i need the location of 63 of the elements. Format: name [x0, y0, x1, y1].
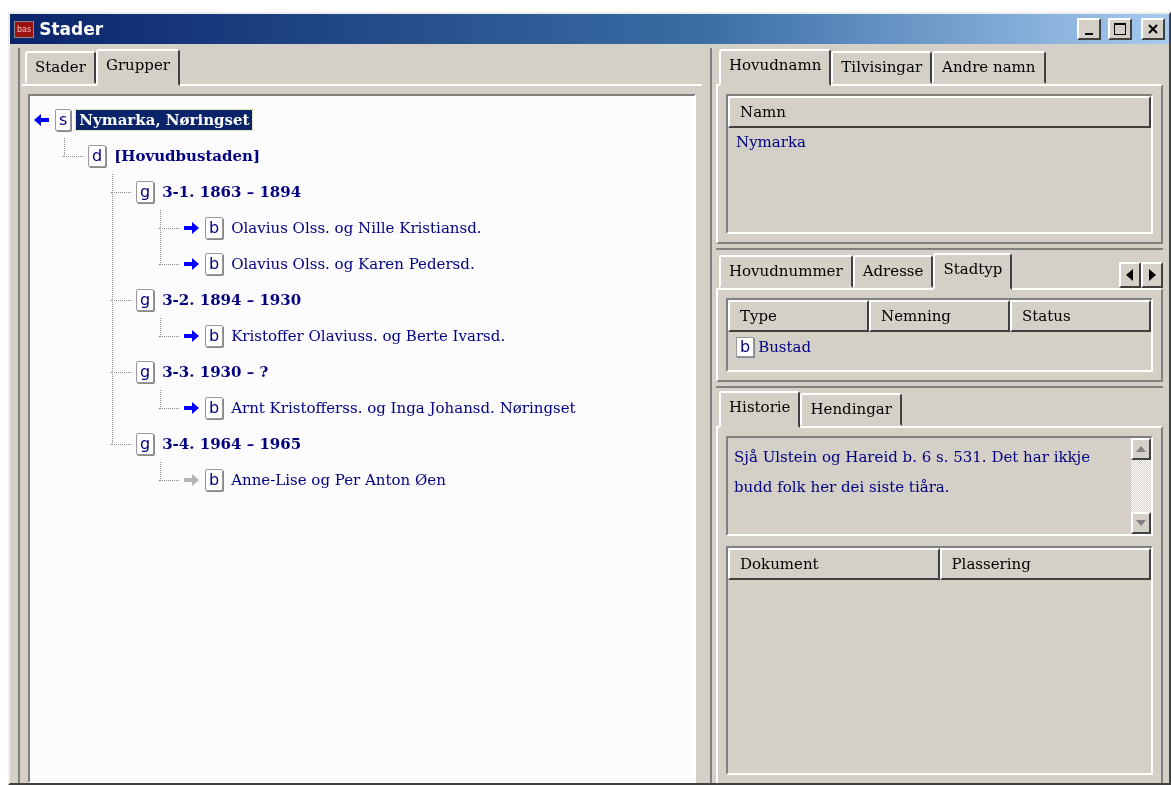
list-cell[interactable]: Nymarka — [736, 133, 806, 151]
maximize-button[interactable] — [1108, 18, 1132, 40]
tab[interactable]: Tilvisingar — [831, 51, 933, 84]
right-arrow-icon[interactable] — [184, 257, 200, 271]
right-arrow-icon[interactable] — [184, 221, 200, 235]
window-title: Stader — [39, 19, 105, 39]
tree-item[interactable]: Nymarka, Nøringset — [76, 110, 253, 130]
tab[interactable]: Stader — [25, 51, 96, 84]
scroll-down-button[interactable] — [1131, 512, 1151, 534]
tab[interactable]: Hovudnummer — [719, 255, 853, 288]
right-arrow-icon[interactable] — [184, 329, 200, 343]
scroll-left-button[interactable] — [1119, 262, 1141, 288]
type-icon: b — [205, 217, 224, 239]
type-icon: g — [136, 181, 155, 203]
minimize-icon — [1085, 33, 1093, 35]
type-icon: b — [205, 325, 224, 347]
column-header[interactable]: Dokument — [728, 548, 940, 580]
tree-item[interactable]: Olavius Olss. og Nille Kristiansd. — [228, 218, 485, 238]
column-header[interactable]: Status — [1010, 300, 1151, 332]
tab[interactable]: Stadtyp — [933, 253, 1013, 290]
type-icon: d — [88, 145, 107, 167]
type-icon: g — [136, 361, 155, 383]
type-icon: g — [136, 433, 155, 455]
tab[interactable]: Hovudnamn — [719, 49, 832, 86]
app-icon: bas — [14, 20, 35, 38]
scrollbar[interactable] — [1131, 438, 1151, 534]
tab[interactable]: Adresse — [852, 255, 934, 288]
tree-item[interactable]: [Hovudbustaden] — [111, 146, 264, 166]
tree-item[interactable]: 3-1. 1863 – 1894 — [159, 182, 305, 202]
tree-item[interactable]: Anne-Lise og Per Anton Øen — [228, 470, 449, 490]
left-arrow-icon[interactable] — [34, 113, 50, 127]
tab[interactable]: Historie — [719, 391, 801, 428]
tab[interactable]: Grupper — [95, 49, 180, 86]
column-header[interactable]: Type — [728, 300, 869, 332]
right-triangle-icon — [1148, 269, 1156, 281]
down-triangle-icon — [1136, 520, 1146, 526]
maximize-icon — [1113, 22, 1127, 36]
column-header[interactable]: Namn — [728, 96, 1151, 128]
column-header[interactable]: Plassering — [939, 548, 1151, 580]
type-icon: b — [736, 337, 755, 357]
type-icon: g — [136, 289, 155, 311]
tree-item[interactable]: 3-3. 1930 – ? — [159, 362, 272, 382]
close-icon — [1147, 23, 1159, 35]
close-button[interactable] — [1141, 18, 1165, 40]
minimize-button[interactable] — [1077, 18, 1101, 40]
tree-item[interactable]: Olavius Olss. og Karen Pedersd. — [228, 254, 478, 274]
tab[interactable]: Hendingar — [800, 393, 902, 426]
scroll-right-button[interactable] — [1141, 262, 1163, 288]
tree-item[interactable]: Arnt Kristofferss. og Inga Johansd. Nøringset — [228, 398, 579, 418]
type-icon: b — [205, 397, 224, 419]
type-icon: b — [205, 253, 224, 275]
type-icon: b — [205, 469, 224, 491]
left-triangle-icon — [1126, 269, 1134, 281]
type-icon: s — [55, 109, 72, 131]
scroll-up-button[interactable] — [1131, 438, 1151, 460]
tree-item[interactable]: 3-4. 1964 – 1965 — [159, 434, 305, 454]
tree-item[interactable]: 3-2. 1894 – 1930 — [159, 290, 305, 310]
up-triangle-icon — [1136, 446, 1146, 452]
column-header[interactable]: Nemning — [869, 300, 1010, 332]
tab[interactable]: Andre namn — [932, 51, 1046, 84]
tree-item[interactable]: Kristoffer Olaviuss. og Berte Ivarsd. — [228, 326, 509, 346]
list-cell[interactable]: Bustad — [758, 338, 812, 356]
right-arrow-icon[interactable] — [184, 401, 200, 415]
